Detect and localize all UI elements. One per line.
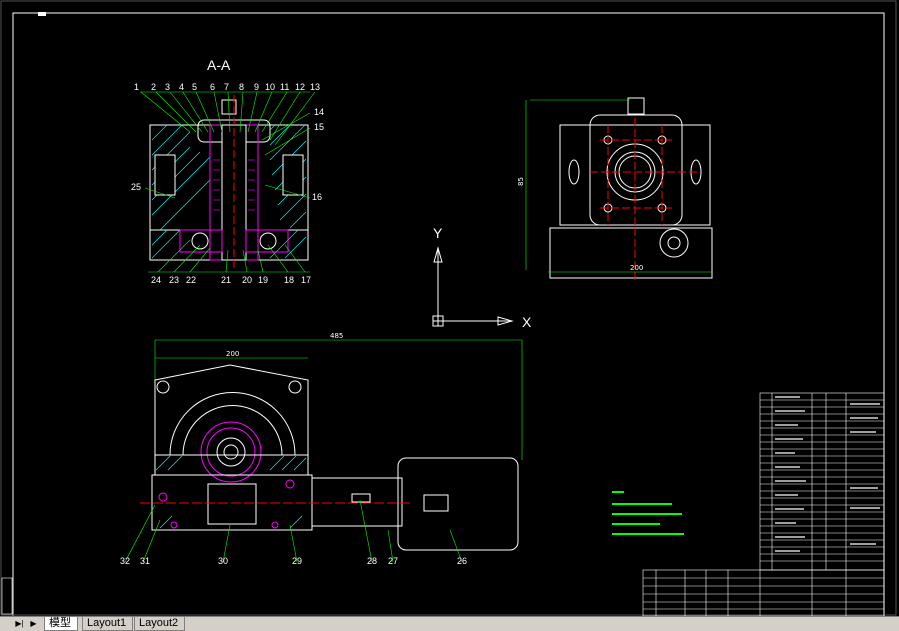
part-number: 13 <box>310 82 320 92</box>
part-number: 25 <box>131 182 141 192</box>
part-number: 10 <box>265 82 275 92</box>
section-label: A-A <box>207 57 231 73</box>
part-number: 12 <box>295 82 305 92</box>
layout-tab-bar: ▶| ▶ 模型 Layout1 Layout2 <box>0 616 899 631</box>
section-view-a-a: A-A 1 2 3 4 5 6 7 8 9 10 11 12 13 14 15 … <box>131 57 324 285</box>
tab-model[interactable]: 模型 <box>44 617 78 631</box>
part-number: 14 <box>314 107 324 117</box>
axis-y-label: Y <box>433 225 443 241</box>
part-number: 23 <box>169 275 179 285</box>
part-number: 27 <box>388 556 398 566</box>
dimension-text: 200 <box>226 350 239 358</box>
part-number: 9 <box>254 82 259 92</box>
part-number: 22 <box>186 275 196 285</box>
part-number: 4 <box>179 82 184 92</box>
tab-nav-last-icon[interactable]: ▶| <box>14 618 25 629</box>
tab-layout1[interactable]: Layout1 <box>82 617 134 631</box>
part-number: 8 <box>239 82 244 92</box>
plan-view: 485 200 32 31 30 29 28 27 26 <box>120 332 523 566</box>
part-number: 5 <box>192 82 197 92</box>
top-marker <box>38 12 46 16</box>
dimension-text: 200 <box>630 264 643 272</box>
part-number: 1 <box>134 82 139 92</box>
part-number: 16 <box>312 192 322 202</box>
part-number: 26 <box>457 556 467 566</box>
dimension-text: 485 <box>330 332 343 340</box>
part-number: 32 <box>120 556 130 566</box>
part-number: 2 <box>151 82 156 92</box>
parts-list-text-illegible <box>775 396 880 552</box>
part-number: 3 <box>165 82 170 92</box>
part-number: 24 <box>151 275 161 285</box>
part-number: 19 <box>258 275 268 285</box>
part-number: 21 <box>221 275 231 285</box>
left-edge-marker <box>1 577 13 615</box>
part-number: 28 <box>367 556 377 566</box>
dimension-text: 85 <box>517 177 525 186</box>
title-block <box>642 569 885 616</box>
tab-layout2[interactable]: Layout2 <box>134 617 186 631</box>
part-number: 17 <box>301 275 311 285</box>
part-number: 20 <box>242 275 252 285</box>
ucs-icon: Y X <box>432 225 532 330</box>
cad-drawing-canvas[interactable]: A-A 1 2 3 4 5 6 7 8 9 10 11 12 13 14 15 … <box>0 0 899 616</box>
outer-frame <box>0 0 897 616</box>
end-view: 85 200 <box>517 97 713 280</box>
tab-nav-next-icon[interactable]: ▶ <box>28 618 39 629</box>
part-number: 18 <box>284 275 294 285</box>
axis-x-label: X <box>522 314 532 330</box>
part-number: 29 <box>292 556 302 566</box>
part-number: 7 <box>224 82 229 92</box>
part-number: 15 <box>314 122 324 132</box>
part-number: 31 <box>140 556 150 566</box>
part-number: 30 <box>218 556 228 566</box>
drawing-border <box>12 12 885 616</box>
technical-notes <box>612 491 684 535</box>
part-number: 6 <box>210 82 215 92</box>
part-number: 11 <box>280 82 289 92</box>
